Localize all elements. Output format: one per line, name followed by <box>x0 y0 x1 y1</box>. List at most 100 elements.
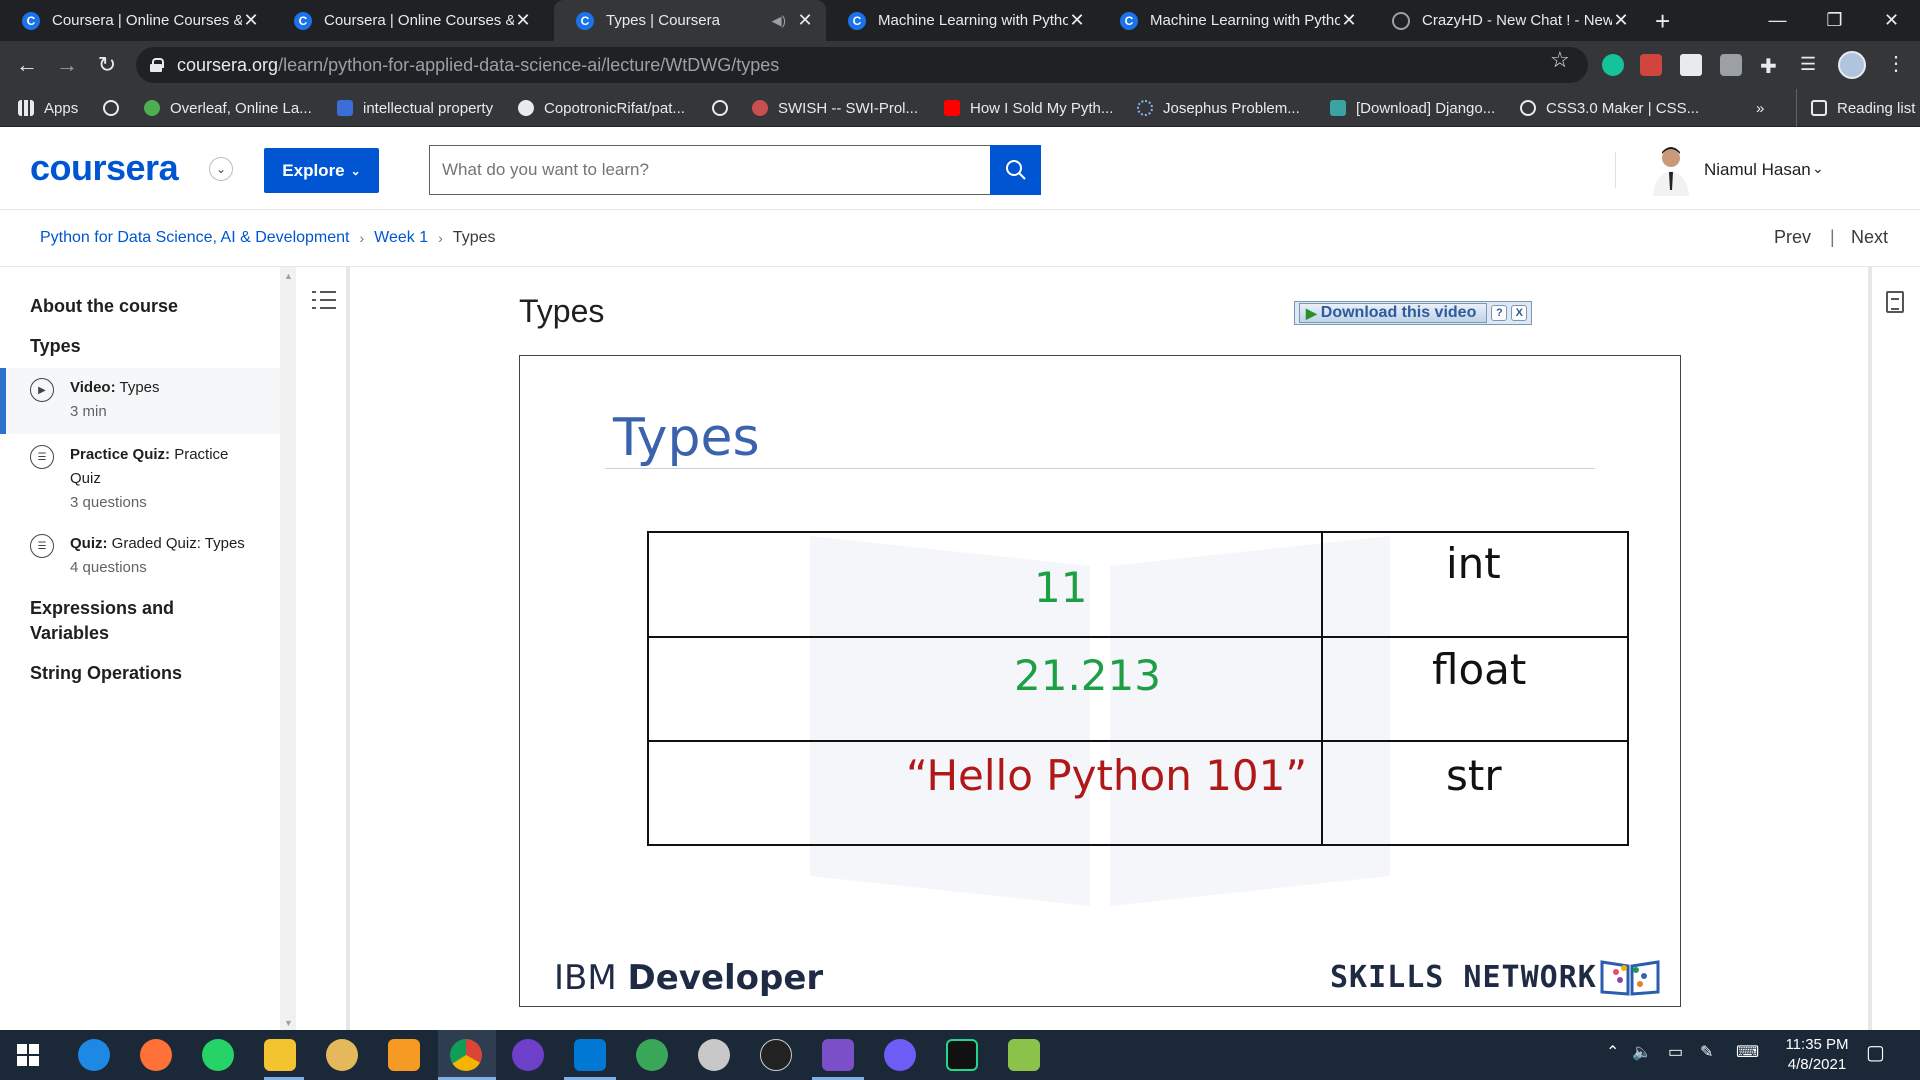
app-icon[interactable] <box>698 1039 730 1071</box>
bookmark-item[interactable]: [Download] Django... <box>1330 89 1495 127</box>
bookmark-item[interactable]: Overleaf, Online La... <box>144 89 312 127</box>
restore-button[interactable]: ❐ <box>1806 0 1863 41</box>
close-icon[interactable]: ✕ <box>796 10 814 31</box>
sidebar-item-graded-quiz[interactable]: ☰ Quiz: Graded Quiz: Types 4 questions <box>0 524 280 590</box>
list-icon[interactable] <box>312 289 336 311</box>
vscode-icon[interactable] <box>574 1039 606 1071</box>
sidebar-about[interactable]: About the course <box>30 294 250 319</box>
bookmark-item[interactable]: CopotronicRifat/pat... <box>518 89 685 127</box>
speaker-icon[interactable]: ◀) <box>772 13 786 29</box>
bookmark-item[interactable]: Josephus Problem... <box>1137 89 1300 127</box>
browser-tab[interactable]: C Coursera | Online Courses & Credential… <box>272 0 544 41</box>
explore-button[interactable]: Explore ⌄ <box>264 148 379 193</box>
coursera-logo[interactable]: coursera <box>30 147 179 189</box>
reading-list-button[interactable]: Reading list <box>1796 89 1915 127</box>
profile-avatar[interactable] <box>1838 51 1866 79</box>
notepad-icon[interactable] <box>1008 1039 1040 1071</box>
sidebar-section-expressions[interactable]: Expressions and Variables <box>30 596 250 646</box>
video-player[interactable]: Types 11 int 21.213 float “Hello Python … <box>519 355 1681 1007</box>
system-clock[interactable]: 11:35 PM 4/8/2021 <box>1775 1035 1859 1075</box>
prev-button[interactable]: Prev <box>1774 227 1811 248</box>
sidebar-item-video-types[interactable]: ▶ Video: Types 3 min <box>0 368 280 434</box>
visual-studio-icon[interactable] <box>822 1039 854 1071</box>
messenger-icon[interactable] <box>884 1039 916 1071</box>
divider <box>1615 152 1616 188</box>
chrome-icon[interactable] <box>450 1039 482 1071</box>
user-name[interactable]: Niamul Hasan <box>1704 160 1811 180</box>
bookmark-item[interactable]: CSS3.0 Maker | CSS... <box>1520 89 1699 127</box>
github-desktop-icon[interactable] <box>512 1039 544 1071</box>
download-video-button[interactable]: ▶ Download this video <box>1299 303 1488 323</box>
bookmark-star-icon[interactable]: ☆ <box>1550 47 1570 73</box>
scroll-up-icon[interactable]: ▲ <box>284 271 293 281</box>
new-tab-button[interactable]: + <box>1655 6 1670 37</box>
chevron-down-icon[interactable]: ⌄ <box>209 157 233 181</box>
pen-icon[interactable]: ✎ <box>1700 1042 1713 1062</box>
browser-tab[interactable]: C Machine Learning with Python ✕ <box>1098 0 1370 41</box>
close-icon[interactable]: ✕ <box>1068 10 1086 31</box>
browser-tab[interactable]: C Machine Learning with Python ✕ <box>826 0 1098 41</box>
media-control-icon[interactable]: ☰ <box>1800 54 1822 76</box>
file-explorer-icon[interactable] <box>264 1039 296 1071</box>
windows-start-icon[interactable] <box>12 1039 44 1071</box>
back-button[interactable]: ← <box>12 50 42 80</box>
bookmark-item[interactable]: SWISH -- SWI-Prol... <box>752 89 918 127</box>
sidebar-section-types[interactable]: Types <box>30 334 250 359</box>
extension-icon[interactable] <box>1640 54 1662 76</box>
table-row-divider <box>649 636 1627 638</box>
address-bar[interactable]: coursera.org/learn/python-for-applied-da… <box>136 47 1588 83</box>
inkscape-icon[interactable] <box>760 1039 792 1071</box>
tor-icon[interactable] <box>326 1039 358 1071</box>
bookmark-apps[interactable]: Apps <box>18 89 78 127</box>
grammarly-extension-icon[interactable] <box>1602 54 1624 76</box>
tray-overflow-icon[interactable]: ⌃ <box>1606 1042 1619 1062</box>
close-icon[interactable]: ✕ <box>1612 10 1630 31</box>
browser-tab-active[interactable]: C Types | Coursera ◀) ✕ <box>554 0 826 41</box>
notes-icon[interactable] <box>1886 291 1904 313</box>
bookmark-item[interactable] <box>712 89 738 127</box>
close-window-button[interactable]: ✕ <box>1863 0 1920 41</box>
reload-button[interactable]: ↻ <box>92 50 122 80</box>
keyboard-icon[interactable]: ⌨ <box>1736 1042 1759 1062</box>
download-help-button[interactable]: ? <box>1491 305 1508 321</box>
close-icon[interactable]: ✕ <box>242 10 260 31</box>
sidebar-scrollbar[interactable]: ▲ ▼ <box>280 267 296 1030</box>
next-button[interactable]: Next <box>1851 227 1888 248</box>
search-input[interactable]: What do you want to learn? <box>429 145 991 195</box>
browser-menu-icon[interactable]: ⋮ <box>1886 51 1906 76</box>
breadcrumb-week[interactable]: Week 1 <box>374 229 428 247</box>
extensions-puzzle-icon[interactable]: ✚ <box>1760 54 1782 78</box>
close-icon[interactable]: ✕ <box>514 10 532 31</box>
scroll-down-icon[interactable]: ▼ <box>284 1018 293 1028</box>
close-icon[interactable]: ✕ <box>1340 10 1358 31</box>
camera-extension-icon[interactable] <box>1720 54 1742 76</box>
notifications-icon[interactable]: ▢ <box>1866 1040 1885 1065</box>
download-close-button[interactable]: X <box>1511 305 1528 321</box>
network-icon[interactable]: ▭ <box>1668 1042 1683 1062</box>
forward-button[interactable]: → <box>52 50 82 80</box>
bookmark-item[interactable] <box>103 89 129 127</box>
bookmarks-overflow-button[interactable]: » <box>1756 89 1764 127</box>
firefox-icon[interactable] <box>140 1039 172 1071</box>
sidebar-item-practice-quiz[interactable]: ☰ Practice Quiz: Practice Quiz 3 questio… <box>0 435 280 523</box>
whatsapp-icon[interactable] <box>202 1039 234 1071</box>
reading-list-icon <box>1811 100 1827 116</box>
bookmark-item[interactable]: intellectual property <box>337 89 493 127</box>
django-icon <box>1330 100 1346 116</box>
chevron-down-icon[interactable]: ⌄ <box>1812 160 1824 177</box>
browser-tab[interactable]: CrazyHD - New Chat ! - New ✕ <box>1370 0 1642 41</box>
bookmark-item[interactable]: How I Sold My Pyth... <box>944 89 1113 127</box>
pycharm-icon[interactable] <box>946 1039 978 1071</box>
search-button[interactable] <box>990 145 1041 195</box>
browser-tab[interactable]: C Coursera | Online Courses & Credential… <box>0 0 272 41</box>
extension-icon[interactable] <box>1680 54 1702 76</box>
sidebar-section-strings[interactable]: String Operations <box>30 661 250 686</box>
earth-icon[interactable] <box>636 1039 668 1071</box>
browser-icon[interactable] <box>78 1039 110 1071</box>
volume-icon[interactable]: 🔈 <box>1632 1042 1652 1062</box>
breadcrumb-course[interactable]: Python for Data Science, AI & Developmen… <box>40 229 350 247</box>
app-icon[interactable] <box>388 1039 420 1071</box>
avatar[interactable] <box>1647 144 1695 196</box>
minimize-button[interactable]: — <box>1749 0 1806 41</box>
lock-icon[interactable] <box>150 58 164 72</box>
